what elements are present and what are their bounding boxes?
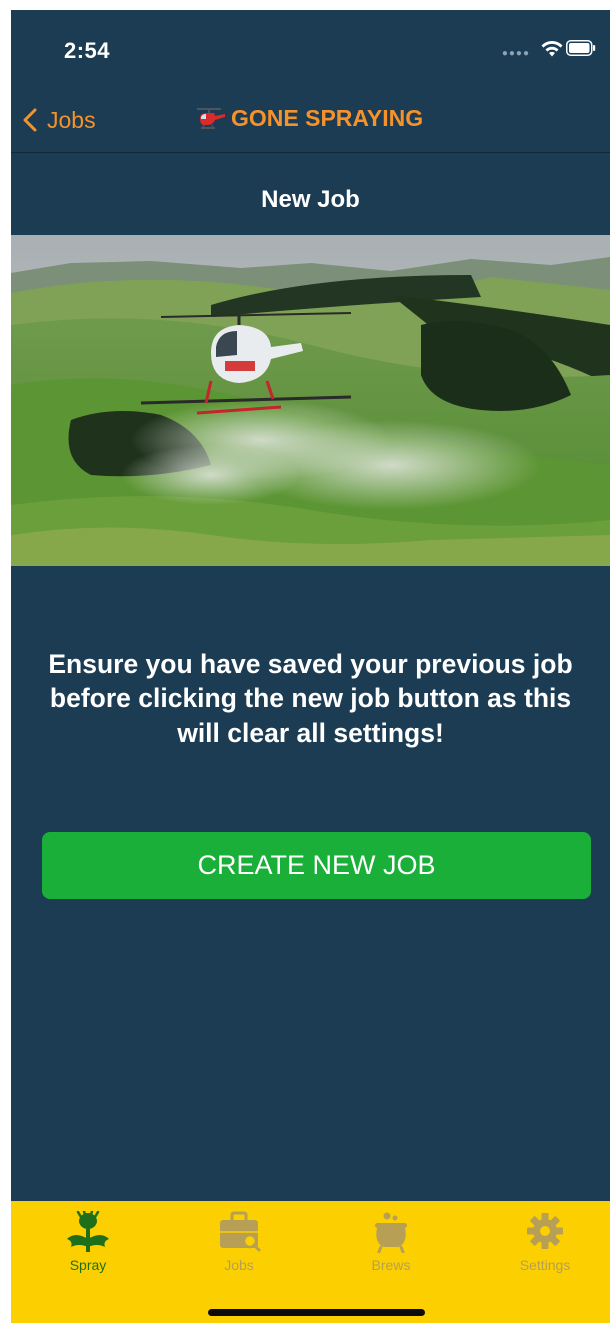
cellular-signal-icon: ●●●● (501, 48, 530, 59)
back-button[interactable]: Jobs (23, 102, 96, 138)
helicopter-spraying-photo (11, 235, 610, 566)
chevron-left-icon (23, 108, 37, 132)
tab-label: Jobs (224, 1257, 254, 1273)
briefcase-icon (220, 1211, 261, 1252)
tab-brews[interactable]: Brews (331, 1211, 451, 1277)
tab-spray[interactable]: Spray (28, 1211, 148, 1277)
warning-message: Ensure you have saved your previous job … (48, 649, 573, 748)
nav-title: GONE SPRAYING (191, 104, 423, 132)
helicopter-icon (197, 108, 225, 129)
page-title: New Job (261, 186, 360, 213)
status-time: 2:54 (64, 38, 111, 63)
status-bar: 2:54 ●●●● (11, 10, 610, 88)
cauldron-icon (375, 1212, 407, 1253)
thistle-icon (67, 1211, 109, 1252)
tab-label: Spray (69, 1257, 107, 1273)
tab-bar: Spray Jobs Brews Settings (11, 1201, 610, 1323)
home-indicator[interactable] (208, 1309, 425, 1316)
create-new-job-button[interactable]: CREATE NEW JOB (42, 832, 591, 899)
app-title: GONE SPRAYING (231, 104, 424, 131)
gear-icon (527, 1213, 563, 1249)
tab-label: Settings (519, 1257, 571, 1273)
app-screen: 2:54 ●●●● Jobs GONE SPRAYING New Job Ens… (11, 10, 610, 1323)
back-label: Jobs (47, 106, 96, 133)
tab-settings[interactable]: Settings (485, 1211, 605, 1277)
battery-icon (566, 40, 596, 56)
tab-jobs[interactable]: Jobs (179, 1211, 299, 1277)
tab-label: Brews (371, 1257, 411, 1273)
wifi-icon (541, 41, 563, 57)
